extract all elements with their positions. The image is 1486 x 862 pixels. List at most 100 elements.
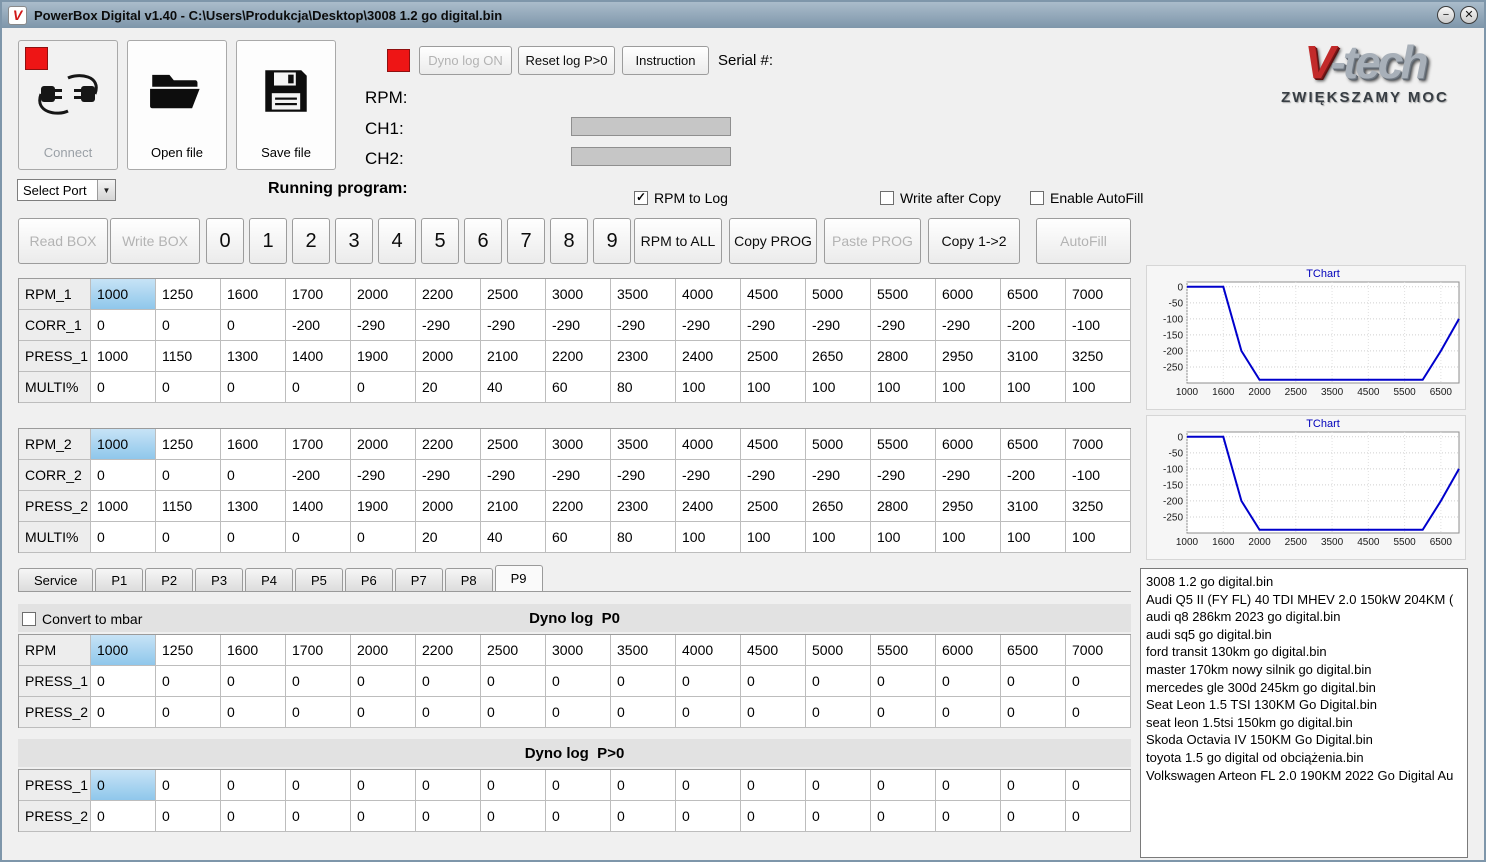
value-cell[interactable]: 0 [91,801,156,832]
value-cell[interactable]: 0 [91,372,156,403]
file-list-item[interactable]: seat leon 1.5tsi 150km go digital.bin [1146,714,1462,732]
value-cell[interactable]: 2000 [351,279,416,310]
value-cell[interactable]: -290 [351,460,416,491]
value-cell[interactable]: 2000 [351,429,416,460]
value-cell[interactable]: 1000 [91,635,156,666]
value-cell[interactable]: 1600 [221,429,286,460]
file-list-item[interactable]: ford transit 130km go digital.bin [1146,643,1462,661]
value-cell[interactable]: 2950 [936,491,1001,522]
write-after-copy-checkbox[interactable]: Write after Copy [880,190,1001,206]
value-cell[interactable]: -290 [676,460,741,491]
value-cell[interactable]: 0 [286,697,351,728]
value-cell[interactable]: 5000 [806,429,871,460]
value-cell[interactable]: -290 [481,460,546,491]
value-cell[interactable]: 100 [1066,372,1131,403]
value-cell[interactable]: 0 [91,666,156,697]
value-cell[interactable]: 3100 [1001,341,1066,372]
value-cell[interactable]: 0 [286,801,351,832]
value-cell[interactable]: 5000 [806,635,871,666]
digit-button-8[interactable]: 8 [550,218,588,264]
value-cell[interactable]: 0 [416,697,481,728]
value-cell[interactable]: 4000 [676,429,741,460]
value-cell[interactable]: 5500 [871,429,936,460]
value-cell[interactable]: 0 [221,666,286,697]
value-cell[interactable]: 0 [676,801,741,832]
value-cell[interactable]: 0 [481,770,546,801]
value-cell[interactable]: 6500 [1001,635,1066,666]
value-cell[interactable]: 2100 [481,491,546,522]
value-cell[interactable]: 2800 [871,341,936,372]
value-cell[interactable]: -290 [806,460,871,491]
value-cell[interactable]: 2400 [676,491,741,522]
value-cell[interactable]: 0 [416,801,481,832]
value-cell[interactable]: -200 [286,460,351,491]
value-cell[interactable]: 3100 [1001,491,1066,522]
value-cell[interactable]: 1150 [156,491,221,522]
value-cell[interactable]: -200 [286,310,351,341]
digit-button-4[interactable]: 4 [378,218,416,264]
value-cell[interactable]: 1700 [286,279,351,310]
value-cell[interactable]: -290 [546,310,611,341]
value-cell[interactable]: 1000 [91,341,156,372]
value-cell[interactable]: -290 [676,310,741,341]
value-cell[interactable]: 1300 [221,491,286,522]
value-cell[interactable]: 0 [156,801,221,832]
value-cell[interactable]: 0 [871,770,936,801]
value-cell[interactable]: 1600 [221,635,286,666]
value-cell[interactable]: -290 [936,310,1001,341]
value-cell[interactable]: 0 [221,372,286,403]
value-cell[interactable]: 0 [221,770,286,801]
value-cell[interactable]: 0 [351,666,416,697]
value-cell[interactable]: 1250 [156,429,221,460]
value-cell[interactable]: 0 [1001,770,1066,801]
value-cell[interactable]: 1400 [286,341,351,372]
autofill-button[interactable]: AutoFill [1036,218,1131,264]
value-cell[interactable]: -290 [611,310,676,341]
value-cell[interactable]: 0 [676,770,741,801]
tab-p7[interactable]: P7 [394,568,443,591]
value-cell[interactable]: 0 [286,372,351,403]
value-cell[interactable]: 7000 [1066,635,1131,666]
value-cell[interactable]: 0 [806,697,871,728]
value-cell[interactable]: -290 [546,460,611,491]
value-cell[interactable]: 80 [611,522,676,553]
value-cell[interactable]: 1300 [221,341,286,372]
value-cell[interactable]: 1000 [91,429,156,460]
value-cell[interactable]: 0 [156,372,221,403]
value-cell[interactable]: 2950 [936,341,1001,372]
value-cell[interactable]: 3500 [611,279,676,310]
digit-button-9[interactable]: 9 [593,218,631,264]
value-cell[interactable]: 0 [156,522,221,553]
value-cell[interactable]: 0 [351,697,416,728]
file-list-item[interactable]: Volkswagen Arteon FL 2.0 190KM 2022 Go D… [1146,767,1462,785]
write-box-button[interactable]: Write BOX [110,218,200,264]
value-cell[interactable]: -290 [416,460,481,491]
value-cell[interactable]: 0 [546,770,611,801]
digit-button-5[interactable]: 5 [421,218,459,264]
value-cell[interactable]: 5000 [806,279,871,310]
file-list-item[interactable]: Seat Leon 1.5 TSI 130KM Go Digital.bin [1146,696,1462,714]
value-cell[interactable]: 0 [481,697,546,728]
file-list-item[interactable]: Audi Q5 II (FY FL) 40 TDI MHEV 2.0 150kW… [1146,591,1462,609]
value-cell[interactable]: 6000 [936,635,1001,666]
value-cell[interactable]: -100 [1066,310,1131,341]
value-cell[interactable]: 0 [1066,801,1131,832]
value-cell[interactable]: 0 [221,801,286,832]
value-cell[interactable]: 2500 [741,491,806,522]
rpm-to-all-button[interactable]: RPM to ALL [634,218,722,264]
value-cell[interactable]: 0 [481,801,546,832]
value-cell[interactable]: 100 [676,372,741,403]
value-cell[interactable]: 2000 [351,635,416,666]
value-cell[interactable]: 0 [91,310,156,341]
value-cell[interactable]: 100 [936,522,1001,553]
tab-p3[interactable]: P3 [195,568,244,591]
value-cell[interactable]: 0 [676,697,741,728]
value-cell[interactable]: 0 [221,522,286,553]
digit-button-1[interactable]: 1 [249,218,287,264]
value-cell[interactable]: 2300 [611,491,676,522]
value-cell[interactable]: 1150 [156,341,221,372]
tab-p8[interactable]: P8 [444,568,493,591]
value-cell[interactable]: 80 [611,372,676,403]
value-cell[interactable]: 0 [481,666,546,697]
value-cell[interactable]: 6000 [936,429,1001,460]
